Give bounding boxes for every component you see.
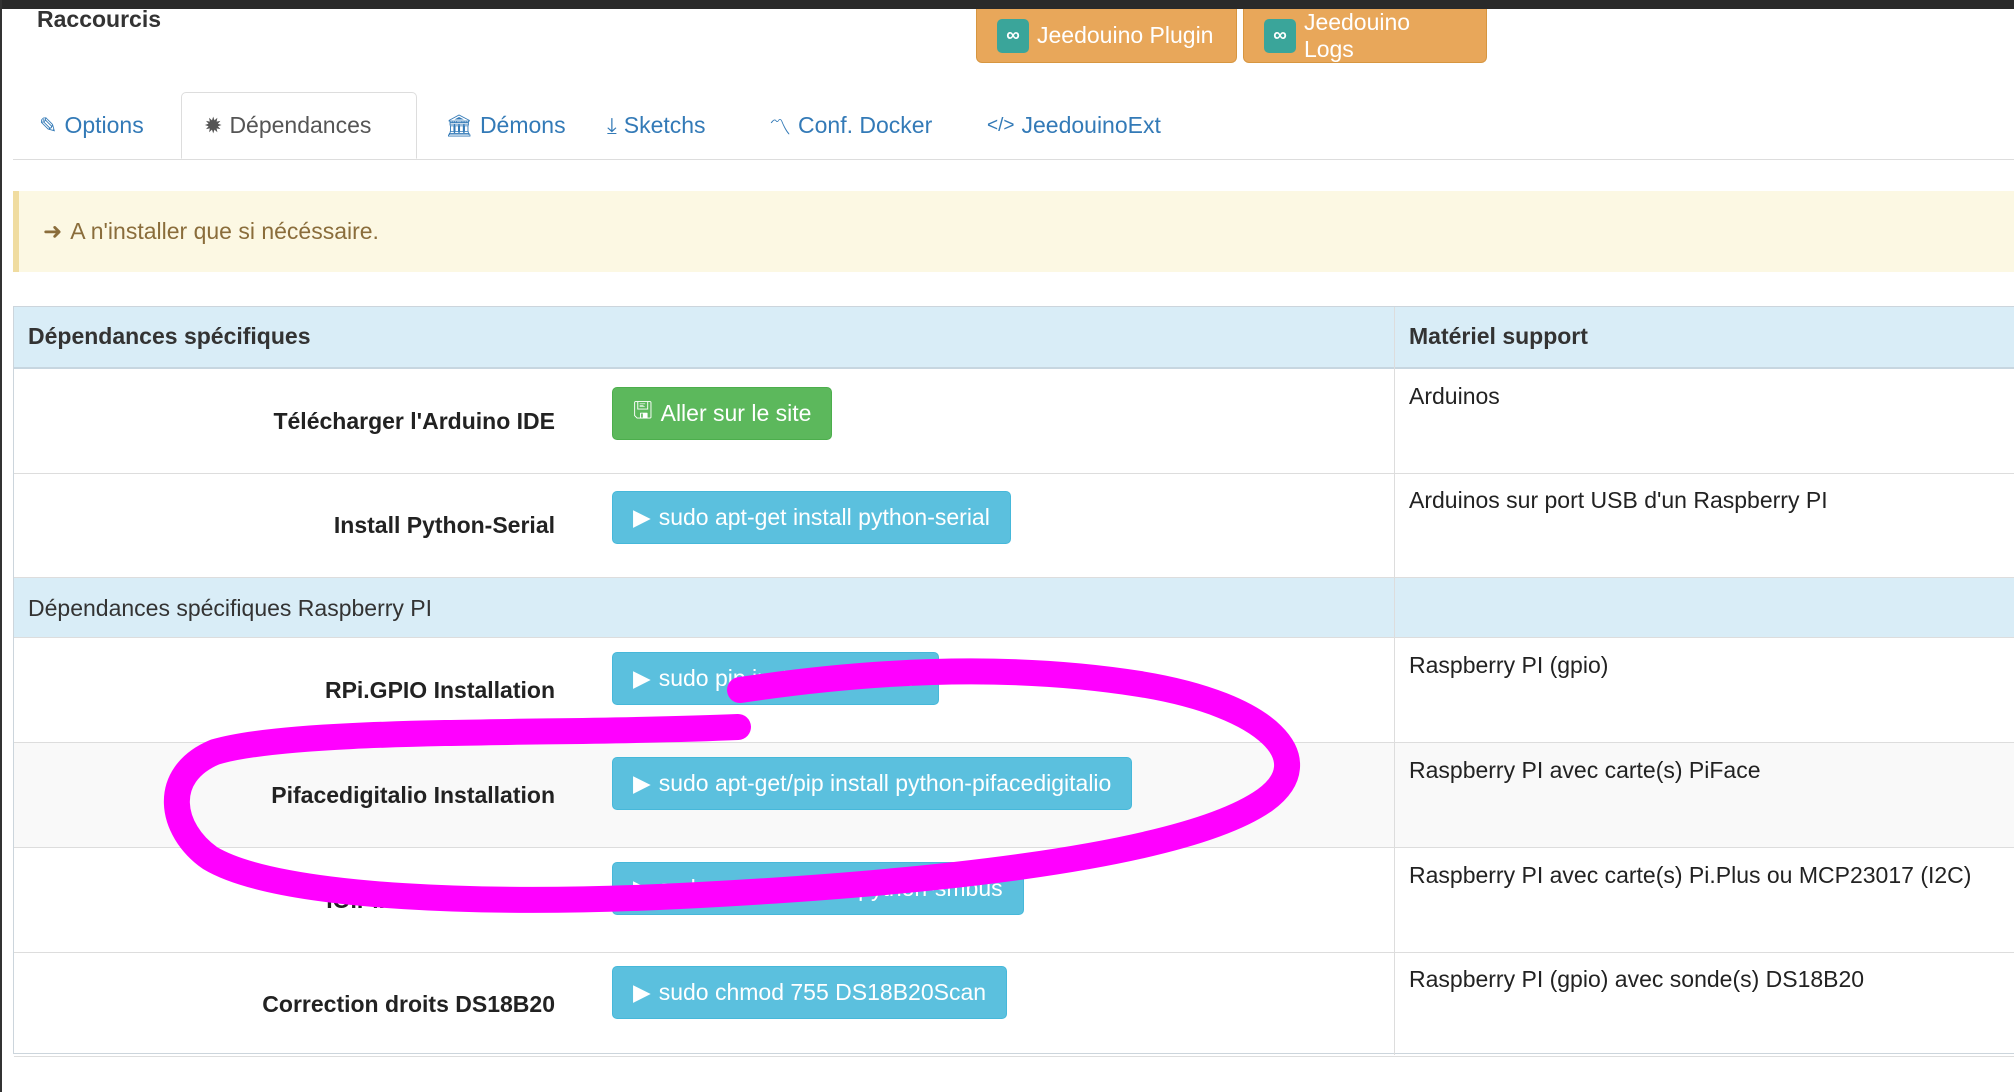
- table-row: RPi.GPIO Installation ▶ sudo pip install…: [14, 638, 2014, 743]
- chmod-ds18b20-button[interactable]: ▶ sudo chmod 755 DS18B20Scan: [612, 966, 1008, 1019]
- support-text: Arduinos: [1409, 383, 1500, 409]
- tab-jeedouinoext[interactable]: </> JeedouinoExt: [983, 92, 1183, 159]
- aller-sur-le-site-button[interactable]: 🖫 Aller sur le site: [612, 387, 833, 440]
- row-label: Install Python-Serial: [333, 512, 555, 538]
- save-icon: 🖫: [633, 397, 653, 423]
- table-row: Pifacedigitalio Installation ▶ sudo apt-…: [14, 743, 2014, 848]
- jeedouino-logo-icon: ∞: [1264, 18, 1296, 53]
- support-text: Raspberry PI (gpio) avec sonde(s) DS18B2…: [1409, 966, 1865, 992]
- button-label: sudo apt-get install python-serial: [658, 504, 990, 530]
- row-label: RPi.GPIO Installation: [324, 677, 555, 703]
- table-header: Dépendances spécifiques Matériel support: [14, 307, 2014, 369]
- support-text: Raspberry PI avec carte(s) PiFace: [1409, 757, 1761, 783]
- tab-demons[interactable]: 🏛 Démons: [429, 92, 566, 159]
- tab-sketchs[interactable]: ⤓ Sketchs: [603, 92, 763, 159]
- jeedouino-plugin-button[interactable]: ∞ Jeedouino Plugin: [976, 9, 1237, 63]
- jeedouino-logs-button[interactable]: ∞ Jeedouino Logs: [1243, 9, 1487, 63]
- tab-dependances-label: Dépendances: [229, 112, 372, 138]
- button-label: sudo apt-get install python-smbus: [658, 875, 1003, 901]
- window-top-bar: [0, 0, 2014, 9]
- table-row: Correction droits DS18B20 ▶ sudo chmod 7…: [14, 952, 2014, 1057]
- column-divider: [1394, 307, 1395, 1055]
- tab-bar: ✎ Options ✹ Dépendances 🏛 Démons ⤓ Sketc…: [13, 92, 2014, 160]
- tab-options-label: Options: [64, 112, 144, 138]
- window-left-border: [0, 0, 2, 1092]
- tab-sketchs-label: Sketchs: [623, 112, 706, 138]
- section-header-raspberry: Dépendances spécifiques Raspberry PI: [14, 578, 2014, 638]
- table-row: Télécharger l'Arduino IDE 🖫 Aller sur le…: [14, 369, 2014, 474]
- play-icon: ▶: [633, 875, 651, 901]
- col-header-materiel: Matériel support: [1409, 323, 1588, 349]
- page-title: Raccourcis: [37, 6, 162, 32]
- section-title: Dépendances spécifiques Raspberry PI: [28, 595, 433, 621]
- alert-text: A n'installer que si nécéssaire.: [70, 218, 379, 244]
- bank-icon: 🏛: [445, 112, 473, 138]
- col-header-dependances: Dépendances spécifiques: [28, 323, 311, 349]
- support-text: Arduinos sur port USB d'un Raspberry PI: [1409, 487, 1828, 513]
- row-label: Correction droits DS18B20: [262, 991, 555, 1017]
- tab-conf-docker[interactable]: 〽 Conf. Docker: [765, 92, 945, 159]
- tab-demons-label: Démons: [479, 112, 566, 138]
- jeedouino-logs-label: Jeedouino Logs: [1303, 8, 1411, 62]
- table-row: IO.PiPlus Installation ▶ sudo apt-get in…: [14, 848, 2014, 953]
- gear-icon: ✹: [204, 112, 223, 138]
- install-rpi-gpio-button[interactable]: ▶ sudo pip install RPi.GPIO: [612, 652, 940, 705]
- install-python-smbus-button[interactable]: ▶ sudo apt-get install python-smbus: [612, 862, 1024, 915]
- tab-options[interactable]: ✎ Options: [35, 92, 175, 159]
- play-icon: ▶: [633, 770, 651, 796]
- row-label: IO.PiPlus Installation: [326, 887, 555, 913]
- play-icon: ▶: [633, 979, 651, 1005]
- edit-icon: ✎: [39, 112, 58, 138]
- row-label: Télécharger l'Arduino IDE: [273, 408, 555, 434]
- support-text: Raspberry PI avec carte(s) Pi.Plus ou MC…: [1409, 862, 1972, 888]
- tab-jeedouinoext-label: JeedouinoExt: [1021, 112, 1161, 138]
- jeedouino-logo-icon: ∞: [997, 18, 1029, 53]
- rss-icon: 〽: [769, 114, 792, 140]
- arrow-right-icon: ➜: [43, 218, 63, 244]
- install-pifacedigitalio-button[interactable]: ▶ sudo apt-get/pip install python-piface…: [612, 757, 1133, 810]
- tab-conf-docker-label: Conf. Docker: [798, 112, 933, 138]
- download-icon: ⤓: [607, 112, 617, 138]
- jeedouino-plugin-label: Jeedouino Plugin: [1037, 22, 1214, 48]
- play-icon: ▶: [633, 504, 651, 530]
- warning-alert: ➜ A n'installer que si nécéssaire.: [13, 191, 2014, 272]
- tab-dependances[interactable]: ✹ Dépendances: [181, 92, 417, 159]
- button-label: sudo chmod 755 DS18B20Scan: [658, 979, 987, 1005]
- code-icon: </>: [987, 114, 1015, 136]
- table-row: Install Python-Serial ▶ sudo apt-get ins…: [14, 473, 2014, 578]
- button-label: sudo pip install RPi.GPIO: [658, 665, 919, 691]
- play-icon: ▶: [633, 665, 651, 691]
- support-text: Raspberry PI (gpio): [1409, 652, 1609, 678]
- button-label: Aller sur le site: [660, 400, 812, 426]
- row-label: Pifacedigitalio Installation: [271, 782, 555, 808]
- button-label: sudo apt-get/pip install python-pifacedi…: [658, 770, 1112, 796]
- install-python-serial-button[interactable]: ▶ sudo apt-get install python-serial: [612, 491, 1011, 544]
- dependencies-table: Dépendances spécifiques Matériel support…: [13, 306, 2014, 1057]
